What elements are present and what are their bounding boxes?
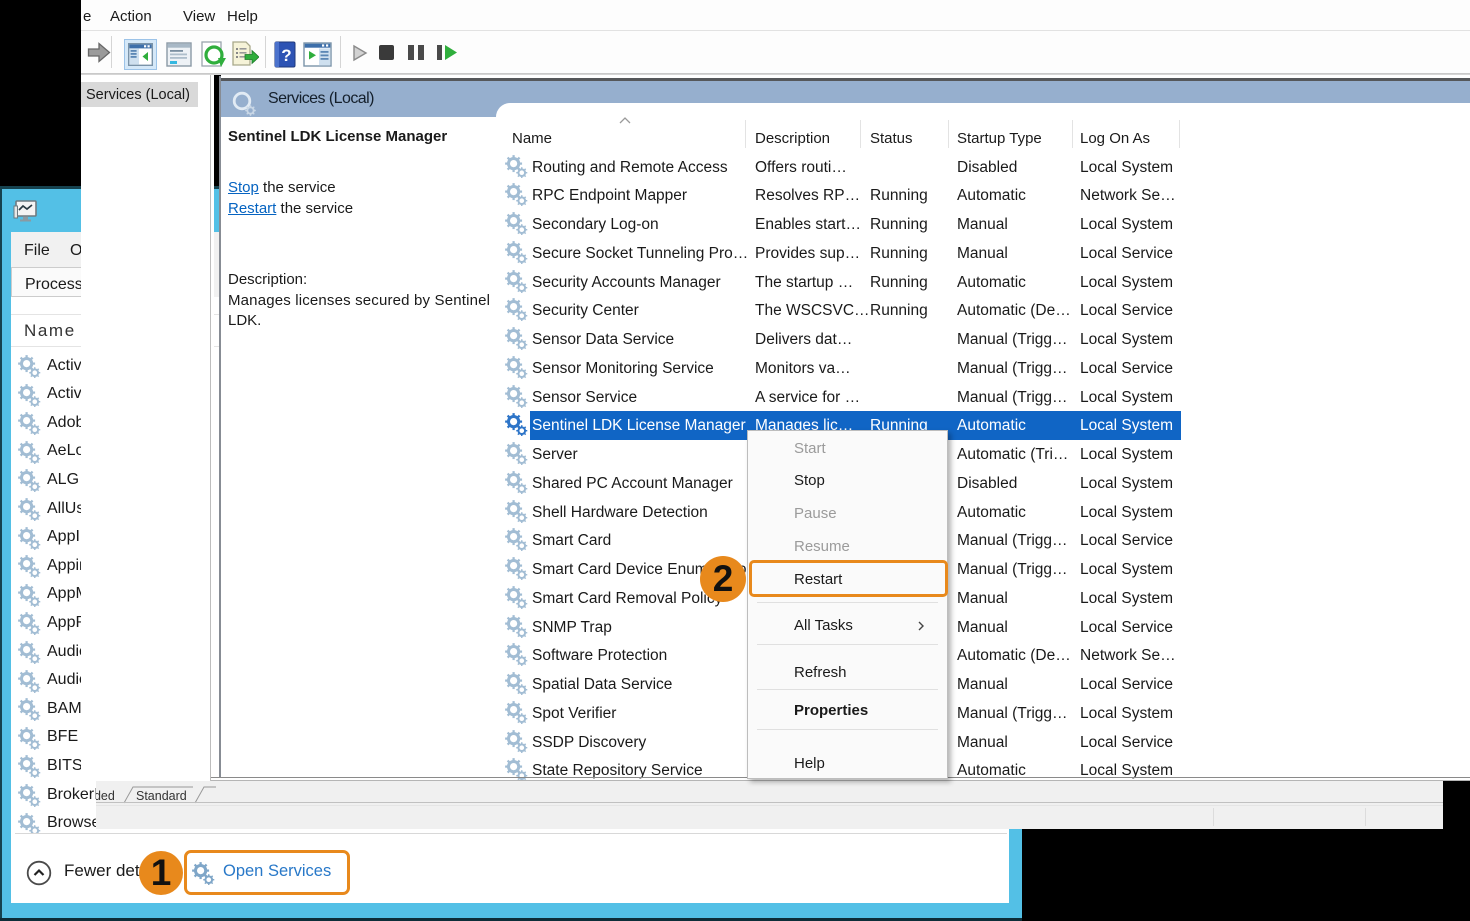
svg-text:?: ? — [281, 46, 291, 65]
